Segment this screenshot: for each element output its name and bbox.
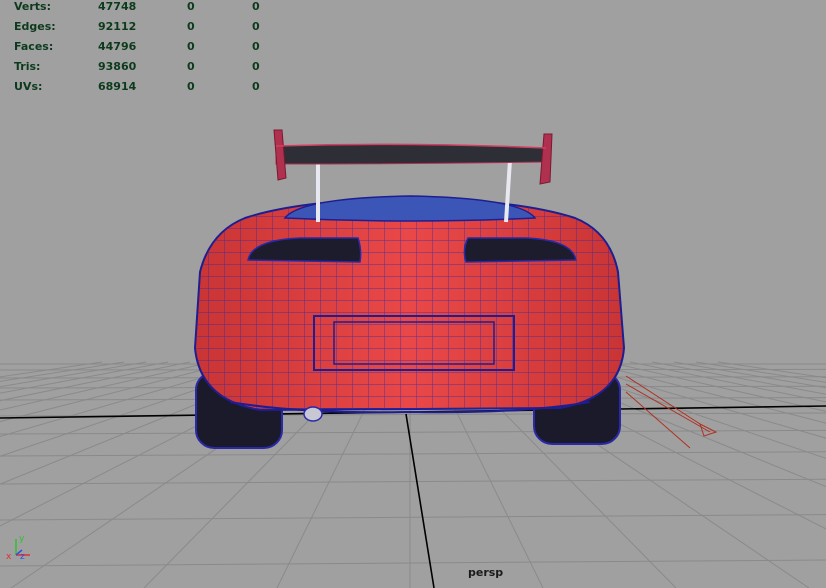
camera-name: persp — [468, 566, 504, 579]
axis-label-z: z — [20, 552, 25, 562]
grid-line — [651, 361, 826, 395]
hud-value: 93860 — [98, 60, 137, 73]
hud-value-selected: 0 — [187, 80, 195, 93]
grid-line — [585, 361, 826, 424]
hud-value: 47748 — [98, 0, 137, 13]
perspective-viewport[interactable]: Verts: 47748 0 0 Edges: 92112 0 0 Faces: 44796 0 0 T… — [0, 0, 826, 588]
grid-line — [0, 478, 826, 485]
axis-gizmo: x y z — [6, 534, 30, 562]
hud-value-extra: 0 — [252, 80, 260, 93]
hud-row-verts: Verts: 47748 0 0 — [0, 0, 300, 14]
grid-line — [717, 361, 826, 379]
hud-value-selected: 0 — [187, 60, 195, 73]
hud-value-selected: 0 — [187, 40, 195, 53]
hud-value-selected: 0 — [187, 0, 195, 13]
hud-label: Tris: — [14, 60, 41, 73]
grid-line — [0, 559, 826, 567]
axis-label-x: x — [6, 552, 12, 562]
hud-label: Edges: — [14, 20, 56, 33]
rear-window — [283, 195, 537, 222]
exhaust — [303, 406, 323, 422]
hud-label: UVs: — [14, 80, 43, 93]
hud-value-selected: 0 — [187, 20, 195, 33]
hud-value: 68914 — [98, 80, 137, 93]
hud-value: 44796 — [98, 40, 137, 53]
car-body — [193, 195, 626, 422]
hud-label: Faces: — [14, 40, 54, 53]
grid-line — [695, 361, 826, 383]
hud-value-extra: 0 — [252, 40, 260, 53]
hud-row-faces: Faces: 44796 0 0 — [0, 40, 300, 54]
hud-row-edges: Edges: 92112 0 0 — [0, 20, 300, 34]
hud-label: Verts: — [14, 0, 52, 13]
hud-value-extra: 0 — [252, 0, 260, 13]
hud-value: 92112 — [98, 20, 137, 33]
hud-value-extra: 0 — [252, 20, 260, 33]
axis-label-y: y — [19, 534, 25, 544]
grid-line — [673, 361, 826, 389]
hud-value-extra: 0 — [252, 60, 260, 73]
hud-row-tris: Tris: 93860 0 0 — [0, 60, 300, 74]
hud-row-uvs: UVs: 68914 0 0 — [0, 80, 300, 94]
